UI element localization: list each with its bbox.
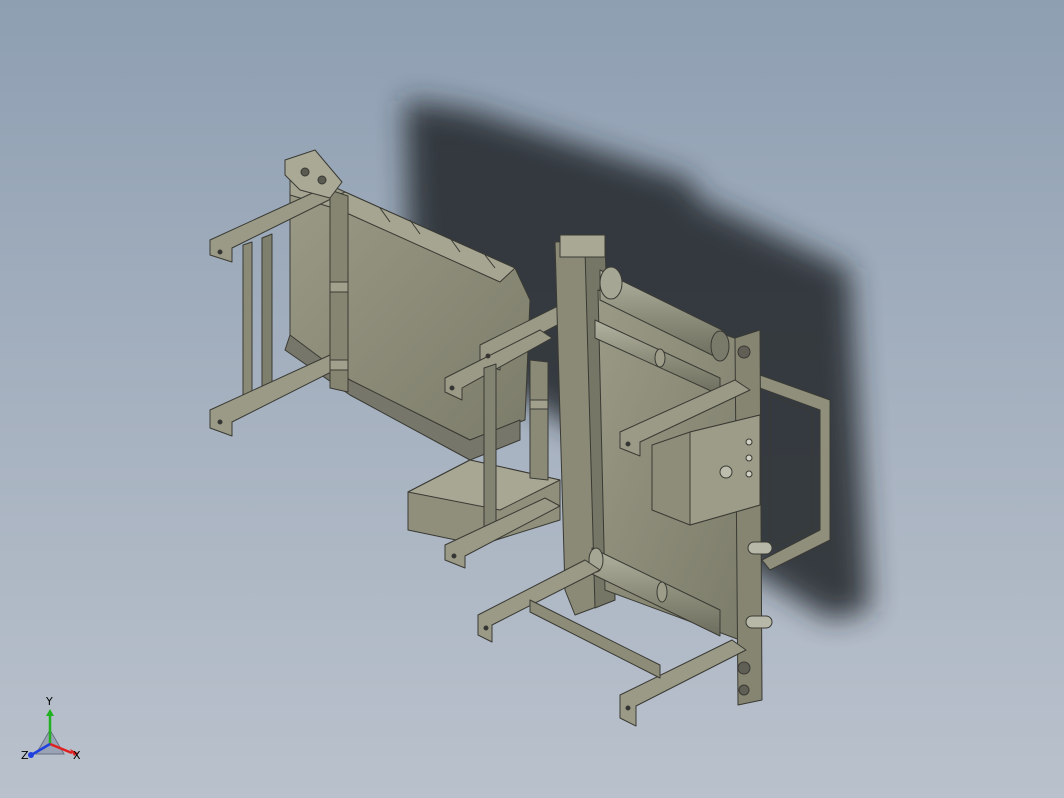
left-bearing-bolt [300,167,310,177]
cad-viewport[interactable] [0,0,1064,798]
bolt-hole [625,441,631,447]
right-bearing [738,684,750,696]
mid-post-b [529,359,549,481]
left-bearing-bolt [317,175,327,185]
left-bottom-beam [209,354,346,437]
bolt-hole [483,625,489,631]
front-bottom-rail [529,599,661,679]
right-column-cap [559,234,606,258]
indicator-light [745,470,753,478]
left-post-a [242,241,253,415]
triad-z-label: Z [21,749,29,762]
left-column-band [329,359,349,371]
bolt-hole [625,705,631,711]
bolt-hole [217,419,223,425]
coordinate-triad: Y X Z [18,696,88,772]
right-bearing [737,345,751,359]
shaft-stub [745,615,773,629]
left-post-b [261,233,273,406]
shaft-stub [747,541,773,555]
front-bottom-beam-b [619,639,747,727]
mid-post [483,363,497,545]
triad-y-label: Y [46,695,53,708]
bolt-hole [449,385,455,391]
bolt-hole [485,353,491,359]
bolt-hole [217,249,223,255]
right-bearing [737,661,751,675]
control-knob [719,465,733,479]
mid-post-band [529,399,549,410]
indicator-light [745,454,753,462]
bolt-hole [451,553,457,559]
indicator-light [745,438,753,446]
triad-x-label: X [73,749,81,762]
left-column-band [329,281,349,293]
